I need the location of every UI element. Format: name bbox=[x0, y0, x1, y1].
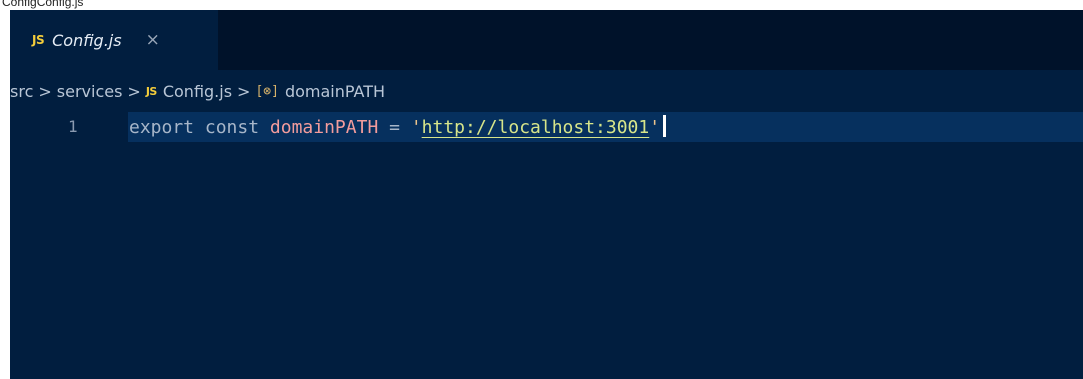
code-content[interactable]: export const domainPATH = 'http://localh… bbox=[129, 115, 667, 139]
string-quote-close: ' bbox=[649, 117, 661, 138]
tab-bar: JS Config.js × bbox=[10, 10, 1083, 70]
window-title: ConfigConfig.js bbox=[0, 0, 1083, 10]
code-editor: JS Config.js × src > services > JS Confi… bbox=[10, 10, 1083, 379]
identifier-domainpath: domainPATH bbox=[269, 117, 379, 138]
text-cursor bbox=[663, 115, 667, 137]
breadcrumb: src > services > JS Config.js > [⊗] doma… bbox=[10, 78, 385, 104]
tab-config-js[interactable]: JS Config.js × bbox=[10, 10, 218, 70]
keyword-const: const bbox=[204, 117, 260, 138]
variable-icon: [⊗] bbox=[255, 83, 279, 99]
breadcrumb-item-config-js[interactable]: Config.js bbox=[163, 82, 232, 101]
line-number: 1 bbox=[68, 117, 78, 136]
tab-label: Config.js bbox=[52, 30, 122, 50]
code-line[interactable]: 1 export const domainPATH = 'http://loca… bbox=[10, 112, 1083, 142]
string-quote-open: ' bbox=[410, 117, 422, 138]
keyword-export: export bbox=[129, 117, 195, 138]
close-icon[interactable]: × bbox=[146, 30, 160, 50]
breadcrumb-item-src[interactable]: src bbox=[10, 82, 33, 101]
assignment-operator: = bbox=[389, 117, 400, 138]
breadcrumb-item-services[interactable]: services bbox=[57, 82, 123, 101]
js-file-icon: JS bbox=[32, 33, 45, 47]
js-file-icon: JS bbox=[145, 84, 158, 98]
chevron-right-icon: > bbox=[127, 81, 141, 101]
breadcrumb-item-domainpath[interactable]: domainPATH bbox=[285, 82, 385, 101]
chevron-right-icon: > bbox=[237, 81, 251, 101]
string-url[interactable]: http://localhost:3001 bbox=[422, 117, 650, 138]
chevron-right-icon: > bbox=[38, 81, 52, 101]
window-title-text: ConfigConfig.js bbox=[2, 0, 84, 9]
